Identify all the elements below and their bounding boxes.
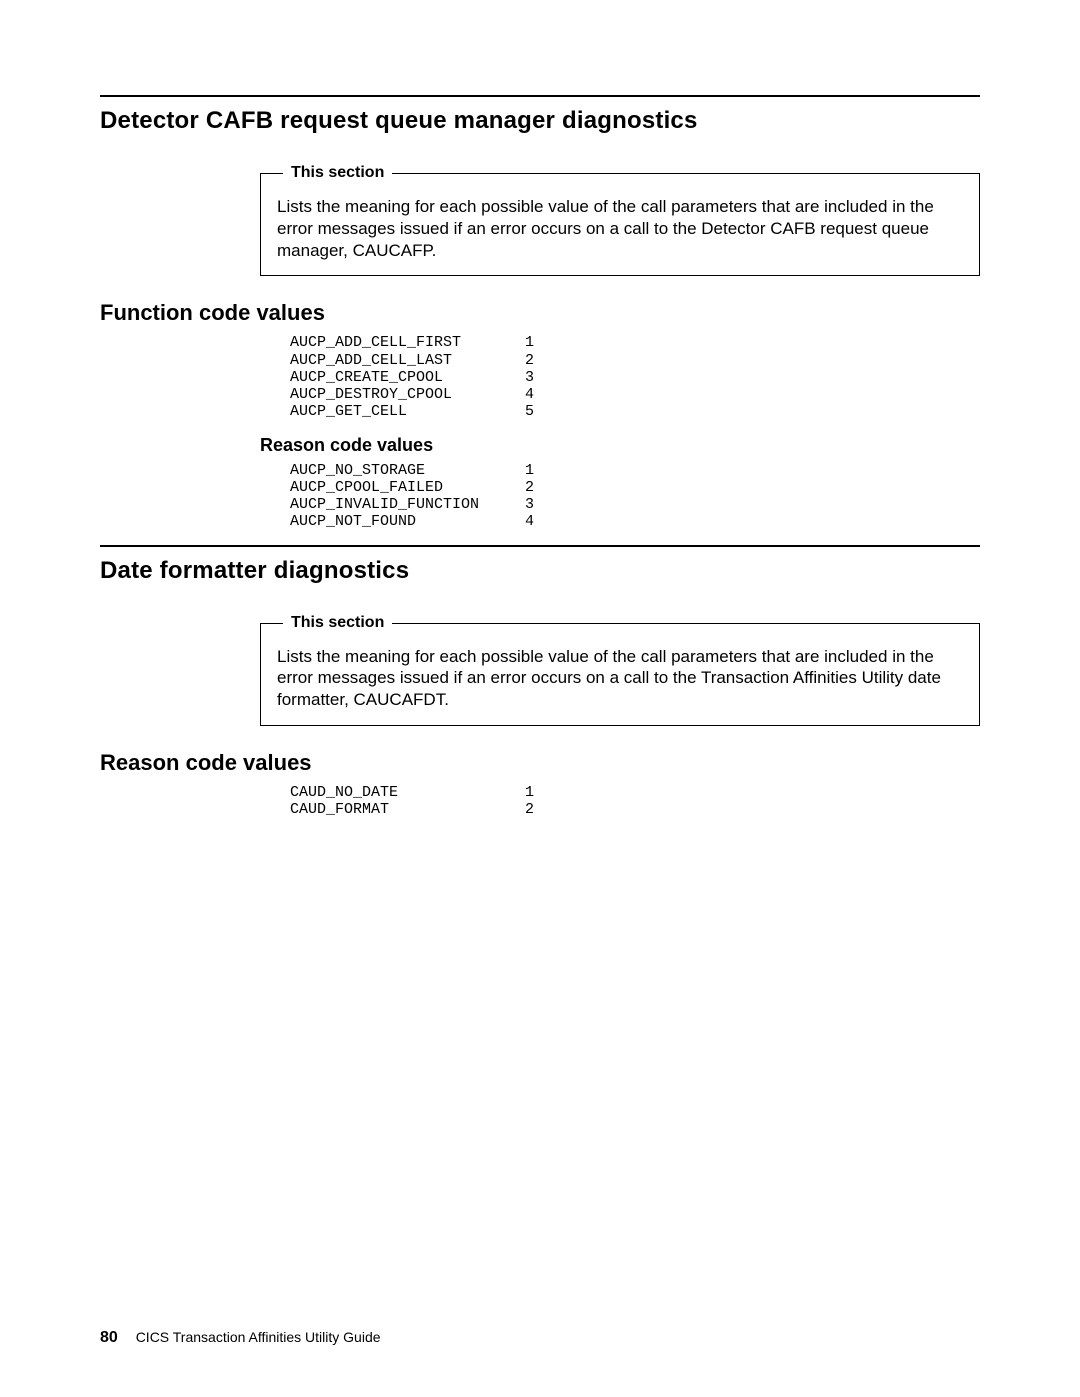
code-value: 1 bbox=[525, 784, 555, 801]
footer-doc-title: CICS Transaction Affinities Utility Guid… bbox=[136, 1329, 381, 1345]
code-row: AUCP_ADD_CELL_LAST2 bbox=[290, 352, 980, 369]
heading-function-code-values: Function code values bbox=[100, 300, 980, 326]
heading-reason-code-values-2: Reason code values bbox=[100, 750, 980, 776]
heading-detector-cafb: Detector CAFB request queue manager diag… bbox=[100, 107, 980, 135]
code-row: AUCP_CREATE_CPOOL3 bbox=[290, 369, 980, 386]
code-row: AUCP_CPOOL_FAILED2 bbox=[290, 479, 980, 496]
heading-reason-code-values-1: Reason code values bbox=[260, 435, 980, 456]
code-name: AUCP_GET_CELL bbox=[290, 403, 525, 420]
code-name: AUCP_ADD_CELL_FIRST bbox=[290, 334, 525, 351]
code-row: AUCP_DESTROY_CPOOL4 bbox=[290, 386, 980, 403]
page-content: Detector CAFB request queue manager diag… bbox=[0, 0, 1080, 818]
code-value: 2 bbox=[525, 479, 555, 496]
code-value: 3 bbox=[525, 369, 555, 386]
code-value: 1 bbox=[525, 334, 555, 351]
info-box-1-text: Lists the meaning for each possible valu… bbox=[277, 197, 934, 260]
code-value: 2 bbox=[525, 352, 555, 369]
code-row: AUCP_ADD_CELL_FIRST1 bbox=[290, 334, 980, 351]
code-value: 3 bbox=[525, 496, 555, 513]
info-box-1-frame: This section Lists the meaning for each … bbox=[260, 173, 980, 276]
code-row: AUCP_NOT_FOUND4 bbox=[290, 513, 980, 530]
code-value: 4 bbox=[525, 386, 555, 403]
reason-code-table-1: AUCP_NO_STORAGE1AUCP_CPOOL_FAILED2AUCP_I… bbox=[290, 462, 980, 531]
info-box-2: This section Lists the meaning for each … bbox=[260, 623, 980, 726]
reason-code-table-2: CAUD_NO_DATE1CAUD_FORMAT2 bbox=[290, 784, 980, 819]
code-value: 2 bbox=[525, 801, 555, 818]
rule-top-1 bbox=[100, 95, 980, 97]
code-name: AUCP_ADD_CELL_LAST bbox=[290, 352, 525, 369]
info-box-1: This section Lists the meaning for each … bbox=[260, 173, 980, 276]
info-box-1-legend: This section bbox=[283, 163, 392, 183]
code-name: AUCP_CPOOL_FAILED bbox=[290, 479, 525, 496]
page-number: 80 bbox=[100, 1329, 118, 1346]
code-value: 4 bbox=[525, 513, 555, 530]
code-name: AUCP_INVALID_FUNCTION bbox=[290, 496, 525, 513]
code-row: AUCP_INVALID_FUNCTION3 bbox=[290, 496, 980, 513]
code-name: AUCP_CREATE_CPOOL bbox=[290, 369, 525, 386]
code-row: AUCP_GET_CELL5 bbox=[290, 403, 980, 420]
rule-top-2 bbox=[100, 545, 980, 547]
code-name: AUCP_NOT_FOUND bbox=[290, 513, 525, 530]
code-name: AUCP_NO_STORAGE bbox=[290, 462, 525, 479]
info-box-2-legend: This section bbox=[283, 613, 392, 633]
info-box-2-frame: This section Lists the meaning for each … bbox=[260, 623, 980, 726]
function-code-table: AUCP_ADD_CELL_FIRST1AUCP_ADD_CELL_LAST2A… bbox=[290, 334, 980, 420]
page-footer: 80 CICS Transaction Affinities Utility G… bbox=[100, 1329, 381, 1347]
code-value: 1 bbox=[525, 462, 555, 479]
code-value: 5 bbox=[525, 403, 555, 420]
code-name: AUCP_DESTROY_CPOOL bbox=[290, 386, 525, 403]
code-name: CAUD_NO_DATE bbox=[290, 784, 525, 801]
heading-date-formatter: Date formatter diagnostics bbox=[100, 557, 980, 585]
code-name: CAUD_FORMAT bbox=[290, 801, 525, 818]
code-row: CAUD_NO_DATE1 bbox=[290, 784, 980, 801]
code-row: CAUD_FORMAT2 bbox=[290, 801, 980, 818]
info-box-2-text: Lists the meaning for each possible valu… bbox=[277, 647, 941, 710]
code-row: AUCP_NO_STORAGE1 bbox=[290, 462, 980, 479]
